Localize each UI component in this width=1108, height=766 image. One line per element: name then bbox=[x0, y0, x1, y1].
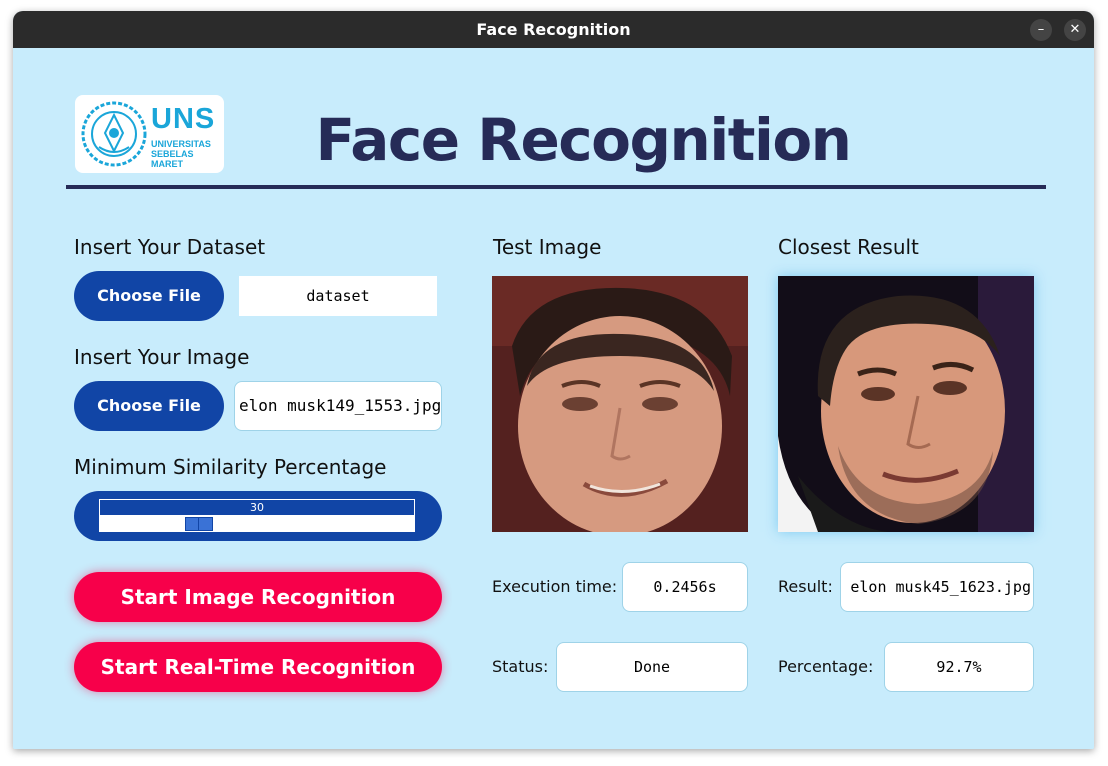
closest-result-label: Closest Result bbox=[778, 235, 919, 259]
image-path-field[interactable]: elon musk149_1553.jpg bbox=[234, 381, 442, 431]
logo-mark: UNS bbox=[151, 103, 216, 135]
window-title: Face Recognition bbox=[476, 20, 631, 39]
header-divider bbox=[66, 185, 1046, 189]
app-window: Face Recognition – ✕ UNS UNIVERSITAS SEB… bbox=[13, 11, 1094, 749]
dataset-path-field[interactable]: dataset bbox=[239, 276, 437, 316]
main-content: UNS UNIVERSITAS SEBELAS MARET Face Recog… bbox=[13, 48, 1094, 749]
result-value: elon musk45_1623.jpg bbox=[840, 562, 1034, 612]
logo-line-1: UNIVERSITAS bbox=[151, 139, 211, 149]
choose-dataset-button[interactable]: Choose File bbox=[74, 271, 224, 321]
percentage-label: Percentage: bbox=[778, 657, 874, 676]
execution-time-label: Execution time: bbox=[492, 577, 618, 596]
choose-image-button[interactable]: Choose File bbox=[74, 381, 224, 431]
execution-time-value: 0.2456s bbox=[622, 562, 748, 612]
similarity-label: Minimum Similarity Percentage bbox=[74, 455, 387, 479]
status-value: Done bbox=[556, 642, 748, 692]
percentage-value: 92.7% bbox=[884, 642, 1034, 692]
logo-text: UNIVERSITAS SEBELAS MARET bbox=[151, 139, 224, 169]
minimize-button[interactable]: – bbox=[1030, 19, 1052, 41]
test-face-photo bbox=[492, 276, 748, 532]
closest-result-image bbox=[778, 276, 1034, 532]
result-label: Result: bbox=[778, 577, 833, 596]
page-title: Face Recognition bbox=[315, 106, 852, 174]
seal-icon bbox=[81, 101, 147, 167]
slider-track[interactable] bbox=[99, 516, 415, 532]
slider-value: 30 bbox=[99, 499, 415, 516]
result-face-photo bbox=[778, 276, 1034, 532]
title-bar: Face Recognition – ✕ bbox=[13, 11, 1094, 48]
start-image-recognition-button[interactable]: Start Image Recognition bbox=[74, 572, 442, 622]
status-label: Status: bbox=[492, 657, 549, 676]
similarity-slider[interactable]: 30 bbox=[74, 491, 442, 541]
dataset-label: Insert Your Dataset bbox=[74, 235, 266, 259]
test-image bbox=[492, 276, 748, 532]
university-logo: UNS UNIVERSITAS SEBELAS MARET bbox=[75, 95, 224, 173]
image-label: Insert Your Image bbox=[74, 345, 250, 369]
slider-thumb[interactable] bbox=[185, 517, 213, 531]
logo-line-2: SEBELAS MARET bbox=[151, 149, 194, 169]
start-realtime-recognition-button[interactable]: Start Real-Time Recognition bbox=[74, 642, 442, 692]
test-image-label: Test Image bbox=[493, 235, 602, 259]
close-button[interactable]: ✕ bbox=[1064, 19, 1086, 41]
